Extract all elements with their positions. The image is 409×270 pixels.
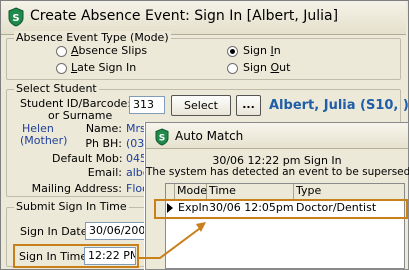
mobile-value: 045 [126,152,145,165]
select-student-legend: Select Student [14,82,99,95]
mailing-address-label: Mailing Address: [31,182,122,195]
radio-sign-out[interactable] [227,63,238,74]
select-button[interactable]: Select [171,95,231,116]
mailing-address-value: Floo [126,182,145,195]
svg-text:S: S [159,134,165,144]
submit-legend: Submit Sign In Time [14,200,129,213]
radio-sign-in-label[interactable]: Sign In [243,44,281,57]
email-label: Email: [87,166,122,179]
svg-text:S: S [12,13,19,24]
student-id-label-2: or Surname [48,109,113,122]
student-name: Albert, Julia (S10, ) [269,98,409,113]
window-title: Create Absence Event: Sign In [Albert, J… [30,8,339,24]
auto-match-info-2: The system has detected an event to be s… [146,166,409,178]
radio-absence-slips[interactable] [56,46,67,57]
radio-late-sign-in[interactable] [56,63,67,74]
sign-in-date-input[interactable]: 30/06/2008 [85,222,145,240]
match-row-highlight [154,199,408,219]
student-id-input[interactable]: 313 [129,96,165,114]
grid-header-type[interactable]: Type [294,184,404,200]
auto-match-logo-icon: S [154,128,170,146]
radio-sign-in[interactable] [227,46,238,57]
browse-button[interactable]: ... [236,95,261,116]
name-value: Mrs [126,122,145,135]
grid-header-time[interactable]: Time [207,184,294,200]
event-type-legend: Absence Event Type (Mode) [14,31,171,44]
phone-label: Ph BH: [85,137,122,150]
sign-in-time-input[interactable]: 12:22 PM [84,247,136,265]
match-grid[interactable]: Mode Time Type ExpIn 30/06 12:05pm Docto… [165,183,405,269]
name-label: Name: [85,122,122,135]
contact-relation: (Mother) [20,134,68,147]
grid-header-mode[interactable]: Mode [175,184,207,200]
event-type-group [6,38,401,80]
grid-header-selector [166,184,175,200]
sign-in-time-label: Sign In Time: [19,250,91,263]
email-value: albe [126,166,145,179]
phone-value: (03 [126,137,145,150]
app-logo-icon: S [7,7,25,27]
radio-absence-slips-label[interactable]: Absence Slips [71,44,147,57]
sign-in-date-label: Sign In Date: [20,225,92,238]
auto-match-title: Auto Match [175,129,244,143]
mobile-label: Default Mob: [52,152,123,165]
radio-sign-out-label[interactable]: Sign Out [243,61,290,74]
auto-match-dialog: S Auto Match 30/06 12:22 pm Sign In The … [145,122,409,270]
radio-late-sign-in-label[interactable]: Late Sign In [71,61,136,74]
